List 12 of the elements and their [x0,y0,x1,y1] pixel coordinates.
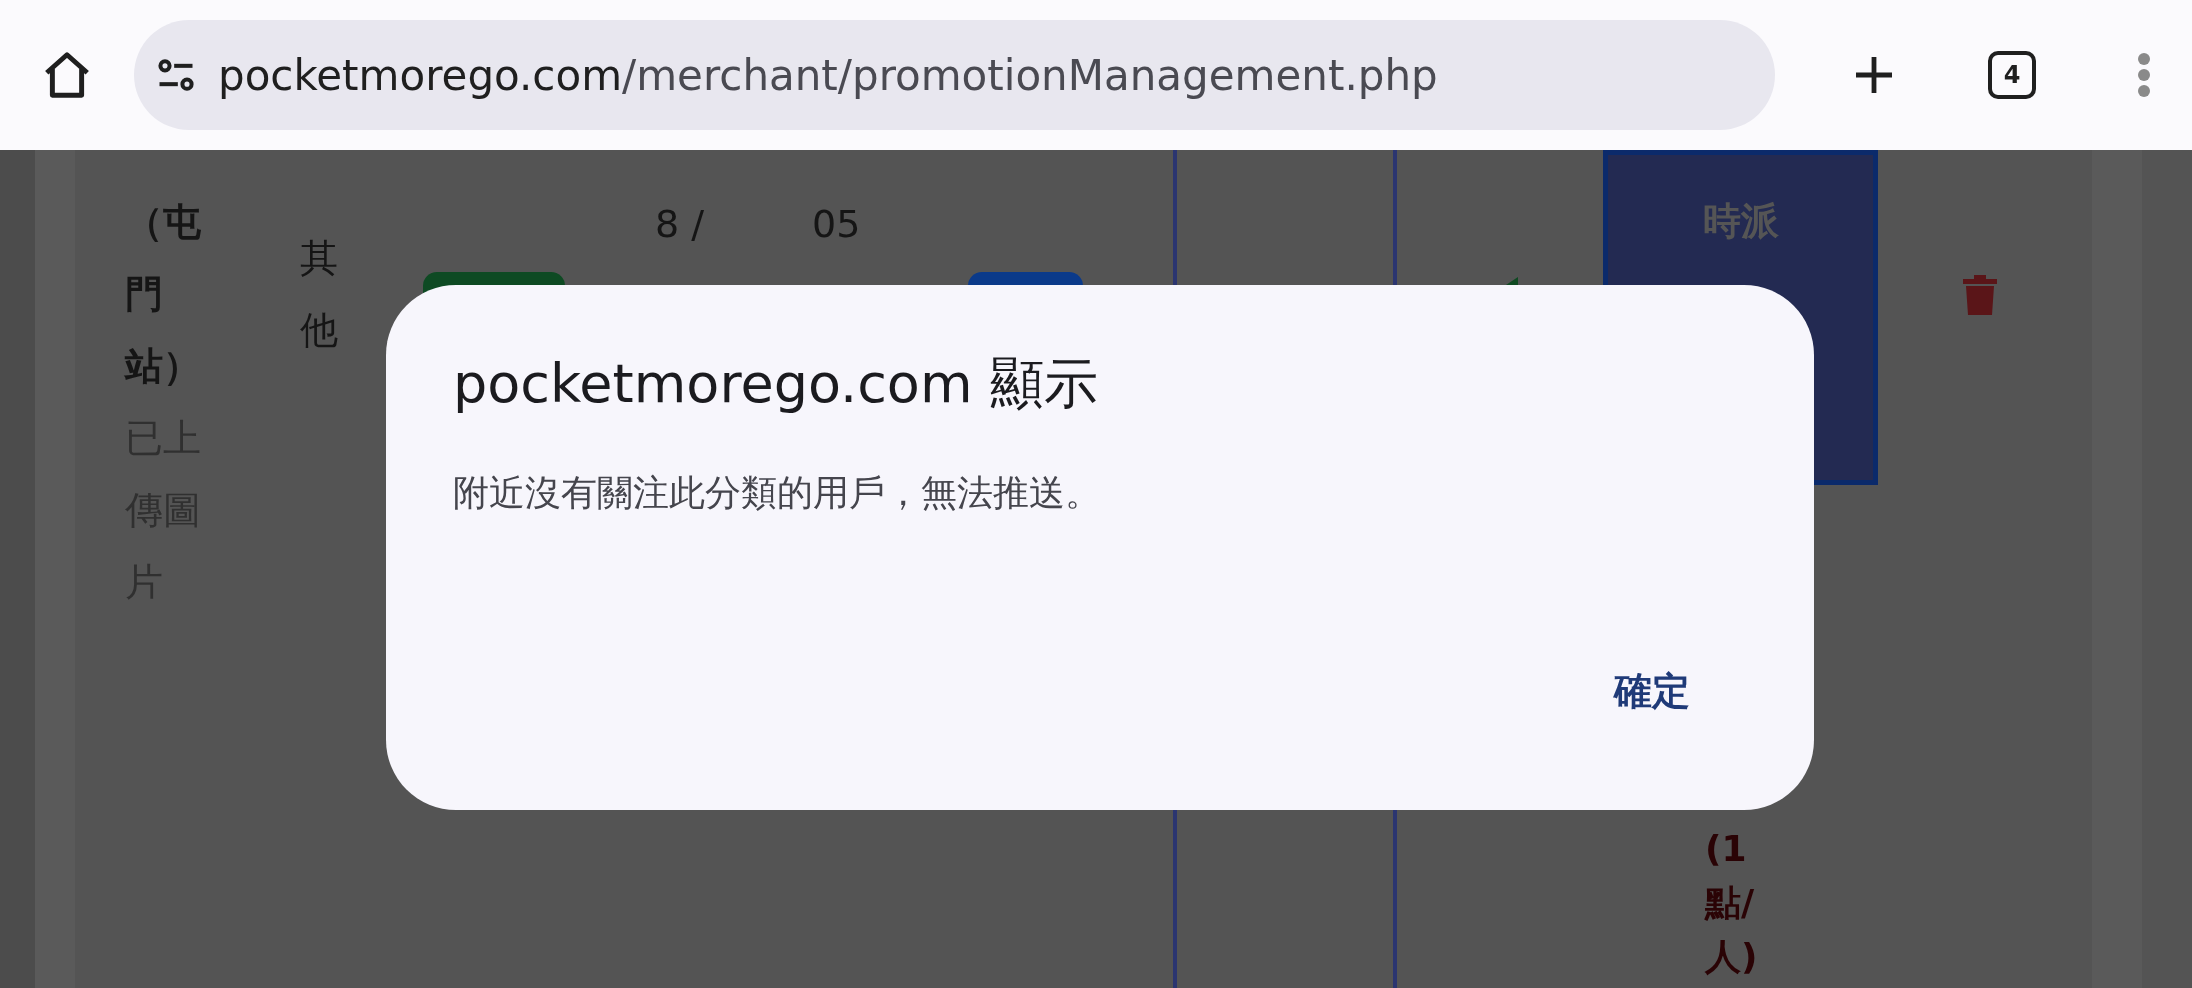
dialog-message: 附近沒有關注此分類的用戶，無法推送。 [453,471,1102,515]
category-text: 其他 [300,235,338,354]
dialog-title: pocketmorego.com 顯示 [453,351,1099,417]
date-text: 05 [812,201,861,248]
address-bar[interactable]: pocketmorego.com/merchant/promotionManagement.php [134,20,1775,130]
promotion-name: （屯門站） [125,199,202,390]
tab-count-button[interactable]: 4 [1988,51,2036,99]
points-text: (1點/人) [1704,827,1759,979]
url-text[interactable]: pocketmorego.com/merchant/promotionManagement.php [218,43,1438,107]
quantity-text: 8 / [655,201,705,248]
ok-button[interactable]: 確定 [1610,663,1694,720]
more-options-icon[interactable] [2136,51,2152,99]
